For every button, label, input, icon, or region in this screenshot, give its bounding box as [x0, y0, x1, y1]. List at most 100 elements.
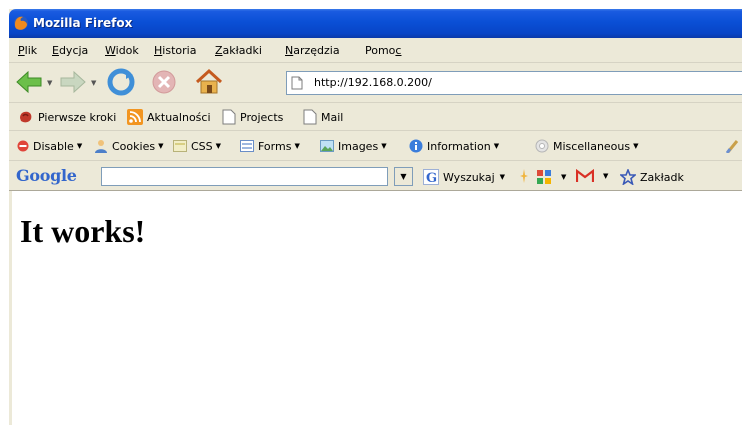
- forward-dropdown-icon[interactable]: ▼: [91, 79, 96, 87]
- menu-view[interactable]: Widok: [105, 44, 139, 57]
- menu-tools-label: arzędzia: [293, 44, 340, 57]
- navigation-toolbar: ▼ ▼ http://192.168.0.200/: [9, 63, 742, 103]
- menu-history-label: istoria: [162, 44, 197, 57]
- menu-history[interactable]: Historia: [154, 44, 196, 57]
- bookmark-projects[interactable]: Projects: [222, 109, 283, 125]
- google-search-button[interactable]: G Wyszukaj ▼: [423, 169, 505, 185]
- forward-arrow-icon[interactable]: [58, 67, 88, 97]
- menu-bookmarks[interactable]: Zakładki: [215, 44, 262, 57]
- back-arrow-icon[interactable]: [14, 67, 44, 97]
- webdev-label: Disable: [33, 139, 74, 153]
- menu-file-accel: P: [18, 44, 25, 57]
- menu-file[interactable]: Plik: [18, 44, 37, 57]
- webdev-cookies-menu[interactable]: Cookies ▼: [94, 138, 163, 154]
- google-g-icon: G: [423, 169, 439, 185]
- images-icon: [320, 140, 334, 152]
- title-bar[interactable]: Mozilla Firefox: [9, 9, 742, 38]
- page-icon: [291, 76, 303, 90]
- google-bookmarks-button[interactable]: Zakładk: [620, 169, 684, 185]
- url-text: http://192.168.0.200/: [314, 76, 432, 89]
- menu-bar: Plik Edycja Widok Historia Zakładki Narz…: [9, 38, 742, 63]
- home-icon[interactable]: [194, 67, 224, 97]
- gmail-button[interactable]: ▼: [576, 169, 608, 183]
- dropdown-arrow-icon: ▼: [499, 173, 506, 181]
- webdev-disable-menu[interactable]: Disable ▼: [17, 138, 82, 154]
- page-content: It works!: [9, 191, 742, 425]
- dropdown-arrow-icon: ▼: [381, 142, 387, 150]
- dropdown-arrow-icon: ▼: [633, 142, 639, 150]
- bookmark-getting-started[interactable]: Pierwsze kroki: [18, 109, 116, 125]
- page-heading: It works!: [20, 213, 146, 249]
- menu-tools[interactable]: Narzędzia: [285, 44, 340, 57]
- google-toolbar: Google ▼ G Wyszukaj ▼ ▼ ▼ Zakładk: [9, 161, 742, 191]
- google-apps-button[interactable]: ▼: [536, 169, 566, 185]
- dropdown-arrow-icon: ▼: [215, 142, 222, 150]
- window-left-border: [9, 191, 12, 425]
- webdev-miscellaneous-menu[interactable]: Miscellaneous ▼: [535, 138, 639, 154]
- google-bookmarks-label: Zakładk: [640, 170, 684, 184]
- dropdown-arrow-icon: ▼: [561, 173, 567, 181]
- dropdown-arrow-icon: ▼: [493, 142, 500, 150]
- window-title: Mozilla Firefox: [33, 16, 133, 30]
- webdev-label: CSS: [191, 139, 213, 153]
- webdev-label: Cookies: [112, 139, 156, 153]
- sparkle-icon: [520, 169, 528, 183]
- menu-tools-accel: N: [285, 44, 294, 57]
- dropdown-arrow-icon: ▼: [76, 142, 83, 150]
- bookmark-label: Pierwsze kroki: [38, 110, 117, 124]
- menu-view-label: idok: [115, 44, 139, 57]
- google-logo-text: Google: [16, 166, 77, 185]
- webdev-information-menu[interactable]: Information ▼: [409, 138, 499, 154]
- cookies-icon: [95, 140, 107, 153]
- svg-text:G: G: [426, 171, 437, 185]
- webdev-images-menu[interactable]: Images ▼: [320, 138, 387, 154]
- webdev-forms-menu[interactable]: Forms ▼: [240, 138, 300, 154]
- brush-icon[interactable]: [726, 139, 740, 153]
- information-icon: [409, 139, 423, 153]
- webdev-label: Images: [338, 139, 379, 153]
- rss-feed-icon: [127, 109, 143, 125]
- gmail-icon: [576, 169, 594, 182]
- bookmark-label: Mail: [321, 110, 344, 124]
- menu-edit[interactable]: Edycja: [52, 44, 88, 57]
- forms-icon: [240, 140, 254, 152]
- page-icon: [303, 109, 317, 125]
- google-highlight-button[interactable]: [520, 169, 532, 183]
- menu-help-accel: c: [395, 44, 402, 57]
- webdev-label: Miscellaneous: [553, 139, 631, 153]
- dropdown-arrow-icon: ▼: [158, 142, 164, 150]
- disable-icon: [17, 140, 29, 152]
- firefox-bookmark-icon: [20, 111, 32, 123]
- bookmark-label: Projects: [240, 110, 284, 124]
- star-icon: [620, 169, 636, 185]
- url-bar[interactable]: http://192.168.0.200/: [286, 71, 742, 95]
- stop-icon[interactable]: [149, 67, 179, 97]
- reload-icon[interactable]: [106, 67, 136, 97]
- menu-edit-label: dycja: [58, 44, 89, 57]
- gadget-icon: [537, 170, 551, 184]
- css-icon: [173, 140, 187, 152]
- menu-bookmarks-accel: Z: [215, 44, 223, 57]
- menu-bookmarks-label: akładki: [222, 44, 262, 57]
- menu-edit-accel: E: [52, 44, 59, 57]
- google-search-dropdown[interactable]: ▼: [394, 167, 413, 186]
- menu-view-accel: W: [105, 44, 116, 57]
- dropdown-arrow-icon: ▼: [603, 172, 609, 180]
- page-icon: [222, 109, 236, 125]
- firefox-icon: [14, 16, 28, 30]
- miscellaneous-icon: [535, 139, 549, 153]
- google-logo[interactable]: Google: [16, 166, 77, 185]
- bookmark-news[interactable]: Aktualności: [127, 109, 211, 125]
- webdev-label: Information: [427, 139, 491, 153]
- menu-file-label: lik: [24, 44, 38, 57]
- webdev-label: Forms: [258, 139, 292, 153]
- bookmarks-toolbar: Pierwsze kroki Aktualności Projects Mail: [9, 103, 742, 131]
- dropdown-arrow-icon: ▼: [294, 142, 300, 150]
- menu-help[interactable]: Pomoc: [365, 44, 401, 57]
- web-developer-toolbar: Disable ▼ Cookies ▼ CSS ▼ Forms ▼ Images…: [9, 131, 742, 161]
- google-search-input[interactable]: [101, 167, 388, 186]
- webdev-css-menu[interactable]: CSS ▼: [173, 138, 221, 154]
- bookmark-mail[interactable]: Mail: [303, 109, 343, 125]
- back-dropdown-icon[interactable]: ▼: [47, 79, 52, 87]
- bookmark-label: Aktualności: [147, 110, 211, 124]
